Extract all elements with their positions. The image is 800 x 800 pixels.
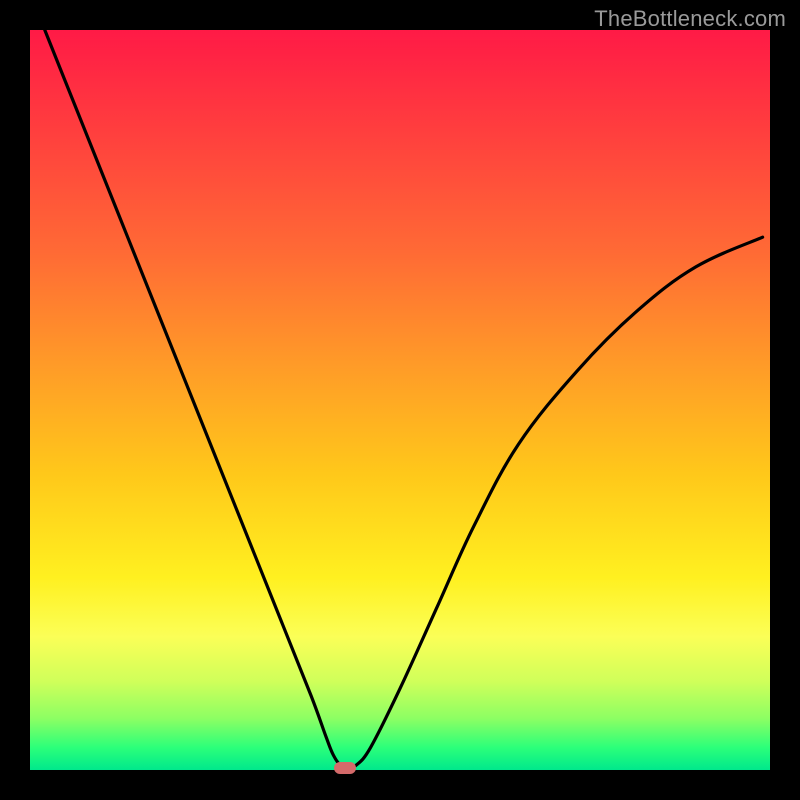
watermark-text: TheBottleneck.com — [594, 6, 786, 32]
chart-frame: TheBottleneck.com — [0, 0, 800, 800]
bottleneck-curve — [30, 30, 770, 770]
plot-area — [30, 30, 770, 770]
optimal-marker — [334, 762, 356, 774]
